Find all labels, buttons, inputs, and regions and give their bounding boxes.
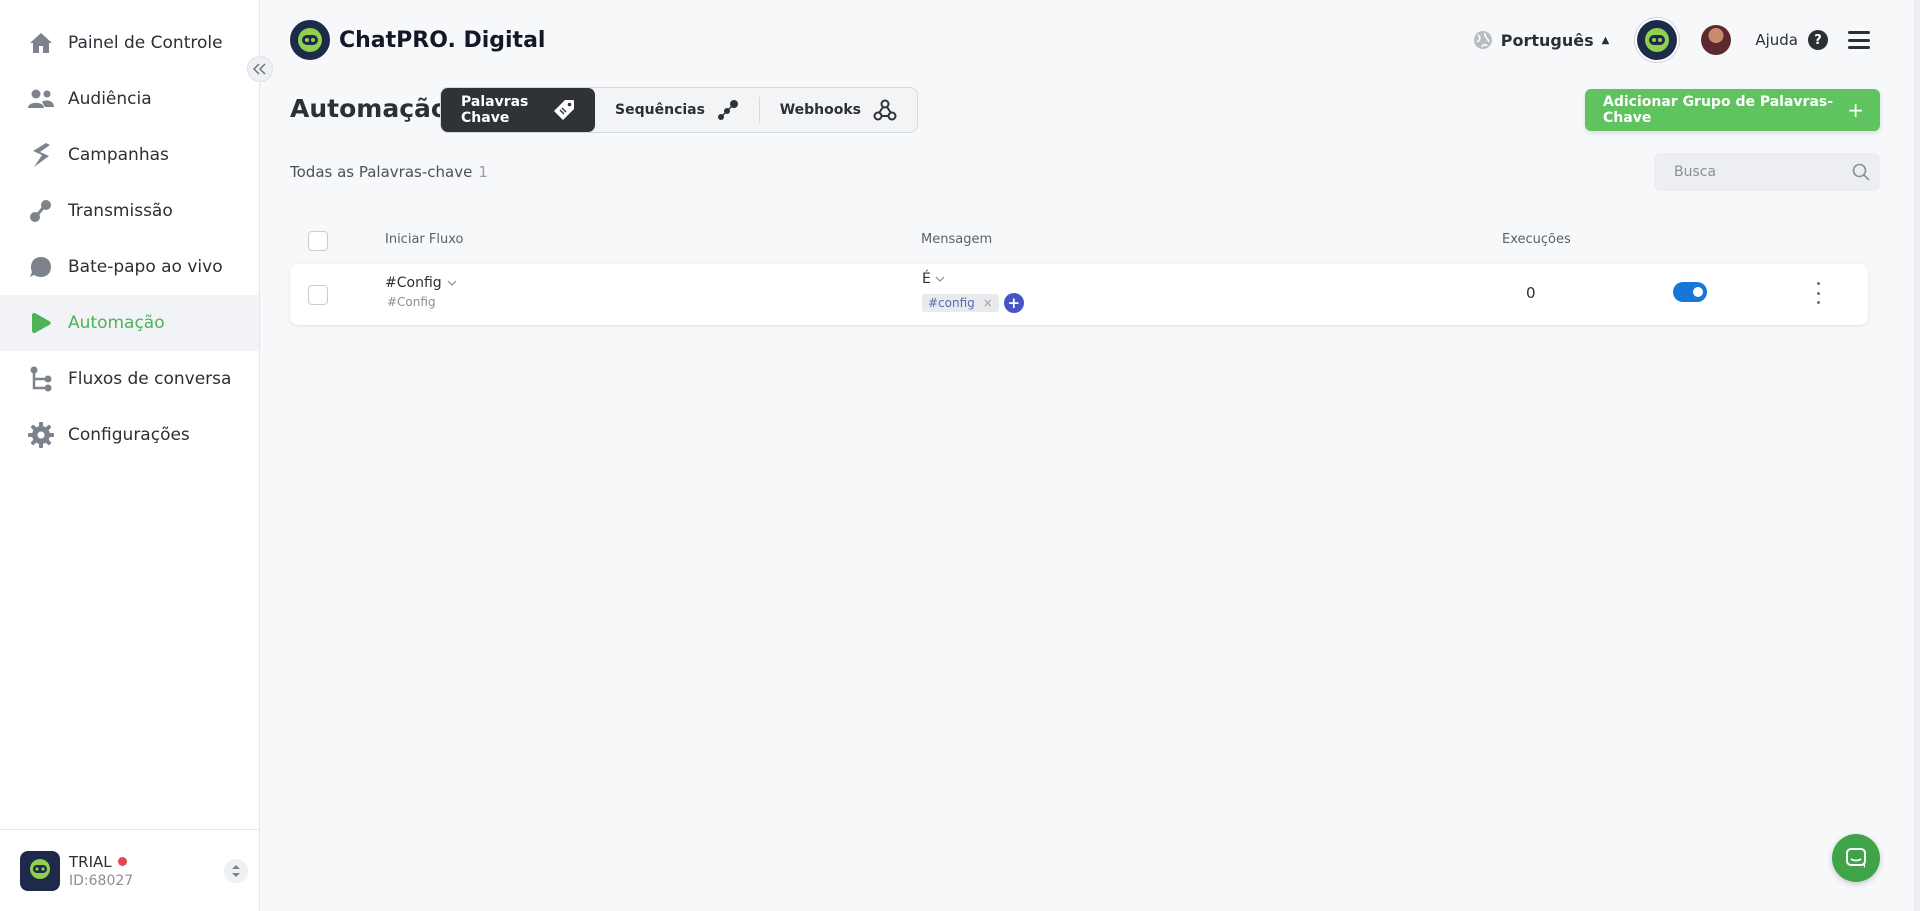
search-icon[interactable] (1852, 163, 1870, 185)
account-id: ID:68027 (69, 872, 134, 889)
flow-name: #Config (385, 275, 442, 291)
tab-sequencias[interactable]: Sequências (595, 88, 759, 132)
tab-label: Palavras Chave (461, 94, 529, 126)
chat-bubble-icon (28, 254, 54, 280)
tag-icon (553, 99, 575, 121)
sidebar-item-label: Painel de Controle (68, 33, 223, 53)
webhook-icon (873, 99, 897, 121)
gear-icon (28, 422, 54, 448)
keyword-text: #config (928, 296, 975, 310)
column-mensagem: Mensagem (921, 232, 993, 247)
remove-keyword-icon[interactable]: × (983, 296, 993, 310)
sidebar-item-bate-papo[interactable]: Bate-papo ao vivo (0, 239, 259, 295)
language-label: Português (1500, 30, 1594, 50)
keyword-tag[interactable]: #config × (922, 294, 999, 312)
question-icon: ? (1808, 30, 1828, 50)
tab-palavras-chave[interactable]: Palavras Chave (441, 88, 596, 132)
account-logo (20, 850, 60, 891)
select-all-checkbox[interactable] (308, 231, 328, 251)
sidebar-item-label: Fluxos de conversa (68, 369, 232, 389)
automation-tabs: Palavras Chave Sequências Webhooks (440, 87, 918, 133)
keyword-count: Todas as Palavras-chave 1 (290, 163, 488, 181)
sidebar-item-campanhas[interactable]: Campanhas (0, 127, 259, 183)
match-type: É (922, 271, 931, 287)
top-header: ChatPRO. Digital Português ▲ Ajuda ? (261, 0, 1920, 80)
collapse-sidebar-button[interactable] (247, 56, 273, 82)
brand-logo (290, 20, 330, 60)
user-avatar[interactable] (1701, 25, 1732, 55)
sidebar-nav: Painel de Controle Audiência Campanhas T… (0, 0, 259, 463)
sidebar-item-label: Campanhas (68, 145, 169, 165)
page-scrollbar[interactable] (1914, 0, 1920, 911)
sidebar-item-label: Automação (68, 313, 165, 333)
match-type-selector[interactable]: É (922, 271, 945, 287)
search-input[interactable] (1674, 164, 1844, 180)
brand-name: ChatPRO. Digital (339, 27, 546, 53)
count-label: Todas as Palavras-chave (290, 163, 473, 181)
status-dot (117, 857, 127, 866)
language-selector[interactable]: Português ▲ (1473, 30, 1610, 50)
add-keyword-group-label: Adicionar Grupo de Palavras-Chave (1603, 94, 1834, 126)
sidebar: Painel de Controle Audiência Campanhas T… (0, 0, 260, 911)
bot-avatar[interactable] (1637, 20, 1678, 60)
header-actions: Português ▲ Ajuda ? (1473, 20, 1870, 60)
search-box (1654, 153, 1880, 191)
sequence-icon (717, 99, 739, 121)
chat-icon (1845, 847, 1867, 869)
column-execucoes: Execuções (1502, 232, 1571, 247)
chevron-down-icon (447, 278, 457, 289)
page-title: Automação (290, 94, 449, 123)
more-options-icon[interactable] (1814, 282, 1822, 304)
keyword-list: #config × + (922, 293, 1024, 313)
toggle-knob (1693, 287, 1703, 297)
sidebar-item-audiencia[interactable]: Audiência (0, 71, 259, 127)
sidebar-item-label: Bate-papo ao vivo (68, 257, 223, 277)
switch-account-icon[interactable] (224, 859, 248, 883)
hamburger-menu-icon[interactable] (1848, 31, 1870, 49)
help-label: Ajuda (1755, 31, 1798, 49)
sidebar-item-transmissao[interactable]: Transmissão (0, 183, 259, 239)
sidebar-item-fluxos[interactable]: Fluxos de conversa (0, 351, 259, 407)
chevron-down-icon (935, 274, 945, 285)
row-checkbox[interactable] (308, 285, 328, 305)
tab-webhooks[interactable]: Webhooks (760, 88, 917, 132)
sidebar-item-automacao[interactable]: Automação (0, 295, 259, 351)
table-row[interactable]: #Config #Config É #config × + 0 (290, 264, 1868, 325)
flow-icon (28, 366, 54, 392)
sidebar-item-label: Audiência (68, 89, 152, 109)
tab-label: Sequências (615, 102, 705, 118)
flow-selector[interactable]: #Config (385, 275, 457, 291)
home-icon (28, 30, 54, 56)
play-icon (28, 310, 54, 336)
account-switcher[interactable]: TRIAL ID:68027 (0, 829, 260, 911)
count-value: 1 (478, 163, 488, 181)
plus-icon: + (1847, 98, 1864, 122)
support-chat-button[interactable] (1832, 834, 1880, 882)
sidebar-item-configuracoes[interactable]: Configurações (0, 407, 259, 463)
column-iniciar-fluxo: Iniciar Fluxo (385, 232, 464, 247)
plan-label: TRIAL (69, 852, 112, 871)
sidebar-item-painel[interactable]: Painel de Controle (0, 15, 259, 71)
flow-subtitle: #Config (387, 295, 436, 309)
add-keyword-button[interactable]: + (1003, 293, 1024, 313)
enabled-toggle[interactable] (1673, 282, 1707, 302)
users-icon (28, 86, 54, 112)
caret-down-icon: ▲ (1601, 34, 1610, 46)
sidebar-item-label: Transmissão (68, 201, 173, 221)
brand[interactable]: ChatPRO. Digital (290, 20, 545, 60)
broadcast-icon (28, 198, 54, 224)
table-header: Iniciar Fluxo Mensagem Execuções (290, 228, 1868, 252)
help-link[interactable]: Ajuda ? (1755, 30, 1828, 50)
campaign-icon (28, 142, 54, 168)
sidebar-item-label: Configurações (68, 425, 190, 445)
tab-label: Webhooks (779, 102, 861, 118)
add-keyword-group-button[interactable]: Adicionar Grupo de Palavras-Chave + (1585, 89, 1880, 131)
executions-count: 0 (1526, 284, 1536, 302)
globe-icon (1473, 30, 1493, 50)
